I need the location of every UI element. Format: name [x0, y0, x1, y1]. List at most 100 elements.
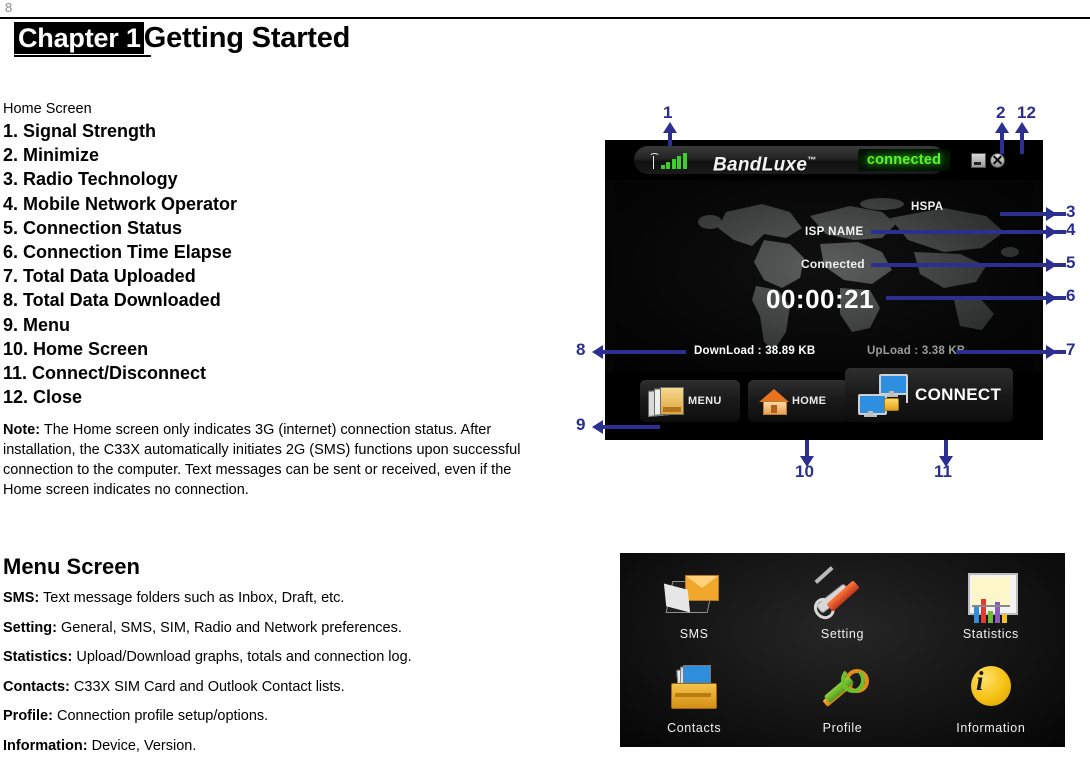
- callout-number-1: 1: [663, 103, 673, 122]
- list-item: 6. Connection Time Elapse: [3, 242, 232, 263]
- antenna-icon: [649, 153, 658, 169]
- menu-entry-term: Contacts:: [3, 678, 70, 695]
- signal-bar: [682, 153, 687, 169]
- minimize-button[interactable]: [971, 153, 986, 168]
- menu-entry: Statistics: Upload/Download graphs, tota…: [3, 648, 603, 667]
- callout-number-6: 6: [1066, 286, 1076, 305]
- callout-arrowhead-1: [663, 122, 677, 133]
- callout-arrowhead-6: [1046, 291, 1057, 305]
- menu-tile-contacts[interactable]: Contacts: [620, 653, 768, 747]
- callout-line-9: [602, 425, 660, 429]
- callout-number-9: 9: [576, 415, 586, 434]
- callout-line-2: [1000, 132, 1004, 154]
- callout-arrowhead-4: [1046, 225, 1057, 239]
- header-rule: [0, 17, 1090, 19]
- callout-arrowhead-5: [1046, 258, 1057, 272]
- document-page: 8 Chapter 1 Getting Started Home Screen …: [0, 0, 1090, 754]
- callout-number-7: 7: [1066, 340, 1076, 359]
- brand-name: BandLuxe: [713, 154, 808, 176]
- device-home-screen-window: BandLuxe™ connected HSPA ISP NAME Connec…: [605, 140, 1043, 440]
- connection-status-badge: connected: [858, 149, 950, 171]
- home-screen-item-list: 1. Signal Strength 2. Minimize 3. Radio …: [3, 119, 563, 409]
- setting-icon: [811, 566, 873, 623]
- callout-number-11: 11: [934, 462, 952, 481]
- menu-button-label: MENU: [688, 395, 722, 407]
- callout-line-5: [871, 263, 1066, 267]
- contacts-icon: [663, 661, 725, 717]
- list-item: 3. Radio Technology: [3, 169, 178, 190]
- home-button[interactable]: HOME: [748, 380, 848, 422]
- menu-tile-label: Contacts: [667, 721, 722, 735]
- menu-tile-label: Setting: [820, 627, 865, 641]
- menu-entry-desc: Upload/Download graphs, totals and conne…: [76, 649, 412, 665]
- connection-status-label: Connected: [801, 257, 865, 271]
- list-item: 8. Total Data Downloaded: [3, 290, 221, 311]
- callout-line-4: [871, 230, 1066, 234]
- menu-entry: Information: Device, Version.: [3, 737, 603, 756]
- callout-line-1: [668, 132, 672, 146]
- trademark-symbol: ™: [807, 155, 817, 165]
- menu-entry: Setting: General, SMS, SIM, Radio and Ne…: [3, 619, 603, 638]
- callout-number-4: 4: [1066, 220, 1076, 239]
- callout-arrowhead-12: [1015, 122, 1029, 133]
- home-screen-legend: Home Screen 1. Signal Strength 2. Minimi…: [3, 100, 563, 500]
- signal-bar: [671, 159, 676, 169]
- operator-label: ISP NAME: [805, 226, 864, 238]
- menu-tile-setting[interactable]: Setting: [768, 559, 916, 653]
- menu-tile-grid: SMS Setting Statistics Contacts Profile …: [620, 559, 1065, 747]
- callout-line-6: [886, 296, 1066, 300]
- menu-screen-heading: Menu Screen: [3, 554, 140, 579]
- connect-button-label: CONNECT: [915, 385, 1002, 404]
- house-icon: [758, 387, 790, 415]
- radio-technology-label: HSPA: [911, 201, 944, 213]
- profile-icon: [811, 661, 873, 717]
- page-number: 8: [5, 0, 13, 15]
- callout-line-8: [602, 350, 686, 354]
- list-item: 9. Menu: [3, 314, 71, 335]
- close-button[interactable]: [990, 153, 1005, 168]
- list-item: 5. Connection Status: [3, 217, 183, 238]
- chapter-underline: [14, 55, 151, 57]
- callout-arrowhead-8: [592, 345, 603, 359]
- chapter-title: Getting Started: [143, 22, 351, 54]
- home-screen-label: Home Screen: [3, 101, 92, 117]
- list-item: 1. Signal Strength: [3, 121, 157, 141]
- menu-tile-sms[interactable]: SMS: [620, 559, 768, 653]
- menu-tile-label: SMS: [679, 627, 709, 641]
- statistics-icon: [960, 567, 1022, 623]
- device-menu-screen-window: SMS Setting Statistics Contacts Profile …: [620, 553, 1065, 747]
- menu-tile-statistics[interactable]: Statistics: [917, 559, 1065, 653]
- information-icon: i: [960, 661, 1022, 717]
- list-item: 7. Total Data Uploaded: [3, 266, 196, 287]
- brand-logo: BandLuxe™: [713, 149, 817, 176]
- callout-arrowhead-9: [592, 420, 603, 434]
- note-label: Note:: [3, 422, 41, 439]
- chapter-heading: Chapter 1 Getting Started: [14, 22, 350, 54]
- list-item: 10. Home Screen: [3, 338, 149, 359]
- list-item: 2. Minimize: [3, 145, 100, 166]
- menu-button[interactable]: MENU: [640, 380, 740, 422]
- upload-total: UpLoad : 3.38 KB: [867, 345, 966, 357]
- callout-number-3: 3: [1066, 202, 1076, 221]
- device-button-bar: MENU HOME CONNECT: [605, 368, 1043, 440]
- menu-tile-profile[interactable]: Profile: [768, 653, 916, 747]
- menu-entry-desc: C33X SIM Card and Outlook Contact lists.: [73, 678, 345, 695]
- menu-tile-information[interactable]: i Information: [917, 653, 1065, 747]
- callout-arrowhead-2: [995, 122, 1009, 133]
- connect-button[interactable]: CONNECT: [845, 368, 1013, 422]
- callout-number-10: 10: [795, 462, 814, 481]
- menu-entry-desc: General, SMS, SIM, Radio and Network pre…: [61, 619, 402, 636]
- signal-bar: [660, 165, 665, 169]
- screen-vignette: [614, 182, 1034, 372]
- chapter-tag: Chapter 1: [14, 22, 144, 54]
- note-text: The Home screen only indicates 3G (inter…: [3, 422, 521, 499]
- signal-bar: [677, 156, 681, 169]
- menu-entry: Contacts: C33X SIM Card and Outlook Cont…: [3, 678, 603, 697]
- status-badge-label: connected: [866, 152, 942, 168]
- menu-entry-desc: Connection profile setup/options.: [56, 708, 269, 724]
- callout-arrowhead-7: [1046, 345, 1057, 359]
- menu-tile-label: Information: [956, 721, 1026, 735]
- list-item: 12. Close: [3, 387, 83, 408]
- menu-entry: Profile: Connection profile setup/option…: [3, 707, 603, 726]
- signal-bar: [666, 162, 670, 169]
